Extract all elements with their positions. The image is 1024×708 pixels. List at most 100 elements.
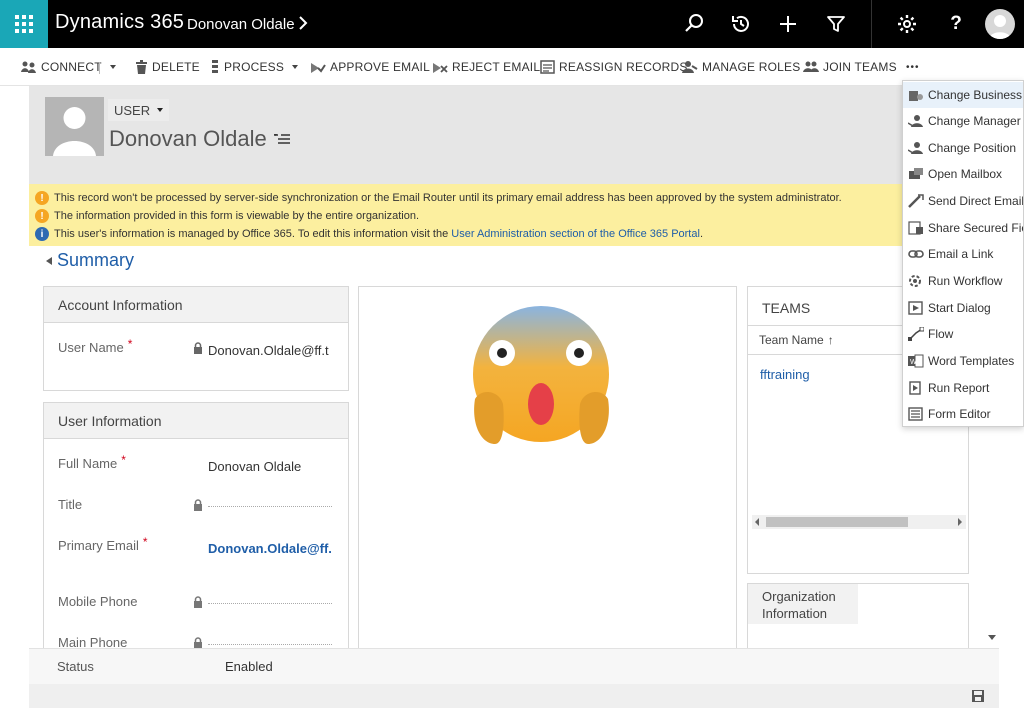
- report-icon: [909, 381, 921, 395]
- word-templates-icon: W: [908, 354, 924, 368]
- search-icon[interactable]: [682, 12, 706, 36]
- join-teams-icon: [803, 61, 819, 72]
- lock-icon: [194, 596, 202, 608]
- chevron-down-icon: [157, 108, 164, 112]
- process-button[interactable]: PROCESS: [210, 59, 299, 75]
- notification-text: This user's information is managed by Of…: [54, 228, 703, 240]
- menu-item-word-templates[interactable]: W Word Templates: [903, 348, 1023, 374]
- menu-item-label: Share Secured Field: [928, 221, 1023, 235]
- manager-icon: [908, 115, 923, 127]
- menu-item-change-position[interactable]: Change Position: [903, 135, 1023, 161]
- menu-item-send-direct-email[interactable]: Send Direct Email: [903, 188, 1023, 214]
- menu-item-run-workflow[interactable]: Run Workflow: [903, 268, 1023, 294]
- reject-email-button[interactable]: REJECT EMAIL: [432, 59, 540, 75]
- chevron-right-icon[interactable]: [298, 16, 308, 30]
- menu-item-change-business-unit[interactable]: Change Business U: [903, 82, 1024, 108]
- user-avatar-icon[interactable]: [985, 9, 1015, 39]
- menu-item-email-a-link[interactable]: Email a Link: [903, 241, 1023, 267]
- more-commands-button[interactable]: •••: [906, 59, 920, 75]
- status-value: Enabled: [225, 659, 273, 674]
- lock-icon: [194, 499, 202, 511]
- app-title[interactable]: Dynamics 365: [55, 11, 184, 34]
- screaming-emoji-image: [473, 306, 609, 444]
- organization-title-line: Organization: [762, 589, 836, 604]
- menu-item-label: Open Mailbox: [928, 167, 1003, 181]
- reassign-records-label: REASSIGN RECORDS: [559, 60, 688, 74]
- form-footer: [29, 648, 999, 684]
- connect-button[interactable]: CONNECT: [21, 59, 102, 75]
- organization-information-title: Organization Information: [748, 584, 858, 624]
- manage-roles-label: MANAGE ROLES: [702, 60, 801, 74]
- menu-item-run-report[interactable]: Run Report: [903, 375, 1023, 401]
- waffle-icon[interactable]: [0, 0, 48, 48]
- team-row-link[interactable]: fftraining: [760, 367, 810, 382]
- process-icon: [212, 59, 218, 73]
- filter-icon[interactable]: [824, 12, 848, 36]
- reject-email-icon: [433, 63, 448, 73]
- business-unit-icon: [909, 91, 923, 101]
- notification-office365: i This user's information is managed by …: [35, 226, 703, 242]
- share-field-icon: [908, 221, 923, 235]
- menu-item-flow[interactable]: Flow: [903, 321, 1023, 347]
- main-phone-field[interactable]: [208, 644, 332, 645]
- menu-item-start-dialog[interactable]: Start Dialog: [903, 295, 1023, 321]
- dialog-icon: [908, 301, 923, 315]
- top-navigation-bar: Dynamics 365 Donovan Oldale ?: [0, 0, 1024, 48]
- plus-icon[interactable]: [776, 12, 800, 36]
- record-menu-icon[interactable]: [274, 134, 290, 144]
- approve-email-button[interactable]: APPROVE EMAIL: [310, 59, 430, 75]
- menu-item-label: Flow: [928, 327, 954, 341]
- user-name-label: User Name *: [58, 337, 133, 355]
- summary-tab-header[interactable]: Summary: [46, 250, 134, 271]
- full-name-field[interactable]: Donovan Oldale: [208, 459, 332, 474]
- menu-item-change-manager[interactable]: Change Manager: [903, 108, 1023, 134]
- user-photo[interactable]: [45, 97, 104, 156]
- reassign-icon: [540, 60, 555, 74]
- mobile-phone-field[interactable]: [208, 603, 332, 604]
- delete-button[interactable]: DELETE: [135, 59, 200, 75]
- scrollbar-thumb[interactable]: [766, 517, 908, 527]
- record-breadcrumb[interactable]: Donovan Oldale: [187, 16, 295, 33]
- delete-label: DELETE: [152, 60, 200, 74]
- information-title-line: Information: [762, 606, 828, 621]
- scroll-down-icon[interactable]: [988, 635, 996, 640]
- menu-item-share-secured-field[interactable]: Share Secured Field: [903, 215, 1023, 241]
- chevron-down-icon: [110, 65, 116, 69]
- primary-email-field[interactable]: Donovan.Oldale@ff.: [208, 541, 332, 556]
- menu-item-form-editor[interactable]: Form Editor: [903, 401, 1023, 426]
- full-name-label: Full Name *: [58, 453, 126, 471]
- user-name-field[interactable]: Donovan.Oldale@ff.t: [208, 343, 332, 358]
- connect-dropdown-button[interactable]: [106, 59, 116, 75]
- help-icon[interactable]: ?: [946, 13, 966, 35]
- command-bar: CONNECT DELETE PROCESS APPROVE EMAIL REJ…: [0, 48, 1024, 86]
- history-icon[interactable]: [729, 12, 753, 36]
- scroll-left-icon[interactable]: [755, 518, 759, 526]
- gear-icon[interactable]: [895, 12, 919, 36]
- menu-item-label: Form Editor: [928, 407, 991, 421]
- record-name: Donovan Oldale: [109, 126, 267, 151]
- process-label: PROCESS: [224, 60, 285, 74]
- more-commands-menu: Change Business U Change Manager Change …: [902, 80, 1024, 427]
- primary-email-label: Primary Email *: [58, 535, 148, 553]
- horizontal-scrollbar[interactable]: [752, 515, 966, 529]
- reassign-records-button[interactable]: REASSIGN RECORDS: [540, 59, 688, 75]
- menu-item-open-mailbox[interactable]: Open Mailbox: [903, 161, 1023, 187]
- organization-information-section: Organization Information: [747, 583, 969, 648]
- info-icon: i: [35, 227, 49, 241]
- menu-item-label: Change Position: [928, 141, 1017, 155]
- manage-roles-button[interactable]: MANAGE ROLES: [682, 59, 800, 75]
- sort-ascending-icon: ↑: [827, 333, 834, 347]
- menu-item-label: Email a Link: [928, 247, 994, 261]
- menu-item-label: Start Dialog: [928, 301, 991, 315]
- office365-portal-link[interactable]: User Administration section of the Offic…: [451, 228, 700, 240]
- position-icon: [908, 142, 923, 154]
- direct-email-icon: [908, 194, 924, 208]
- team-name-column-label: Team Name: [759, 333, 824, 347]
- scroll-right-icon[interactable]: [958, 518, 962, 526]
- entity-form-selector[interactable]: USER: [108, 99, 170, 121]
- title-label: Title: [58, 497, 83, 512]
- menu-item-label: Change Business U: [928, 88, 1024, 102]
- join-teams-button[interactable]: JOIN TEAMS: [803, 59, 897, 75]
- save-icon[interactable]: [972, 690, 984, 702]
- title-field[interactable]: [208, 506, 332, 507]
